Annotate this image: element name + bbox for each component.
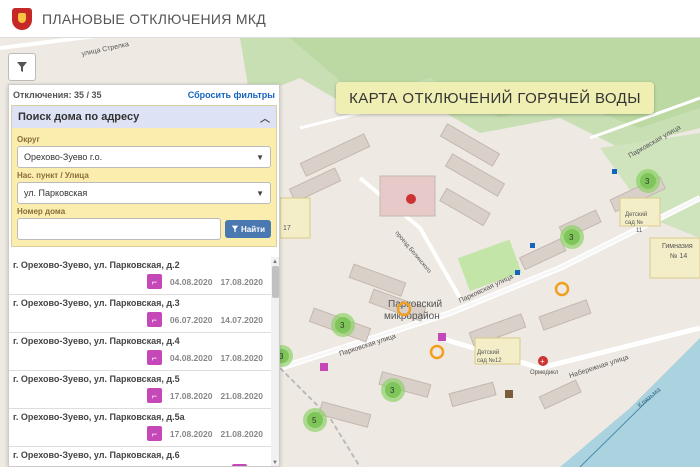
end-date: 21.08.2020	[220, 428, 263, 439]
outage-cluster-marker[interactable]: 3	[381, 378, 405, 402]
district-select[interactable]: Орехово-Зуево г.о. ▼	[17, 146, 271, 168]
list-item[interactable]: г. Орехово-Зуево, ул. Парковская, д.5а ⌐…	[9, 409, 271, 447]
svg-text:3: 3	[340, 321, 345, 330]
address-search-title: Поиск дома по адресу	[18, 111, 140, 123]
street-select[interactable]: ул. Парковская ▼	[17, 182, 271, 204]
bus-stop-icon	[612, 169, 617, 174]
end-date: 17.08.2020	[220, 352, 263, 363]
faucet-icon: ⌐	[146, 312, 162, 327]
outage-cluster-marker[interactable]: 3	[560, 225, 584, 249]
faucet-icon: ⌐	[146, 388, 162, 403]
start-date: 04.08.2020	[169, 276, 213, 287]
outage-panel: Отключения: 35 / 35 Сбросить фильтры Пои…	[8, 84, 280, 467]
kindergarten-label: Детский	[625, 211, 647, 218]
start-date: 17.08.2020	[169, 390, 213, 401]
find-button[interactable]: Найти	[225, 220, 271, 238]
list-item-address: г. Орехово-Зуево, ул. Парковская, д.5а	[13, 412, 185, 422]
outage-cluster-marker[interactable]: 3	[636, 169, 660, 193]
start-date: 17.08.2020	[169, 428, 213, 439]
faucet-icon: ⌐	[146, 350, 162, 365]
address-search-header[interactable]: Поиск дома по адресу ︿	[12, 106, 276, 128]
street-label: Нас. пункт / Улица	[17, 171, 89, 180]
bus-stop-icon	[515, 270, 520, 275]
house-number-label: Номер дома	[17, 207, 66, 216]
map-title: КАРТА ОТКЛЮЧЕНИЙ ГОРЯЧЕЙ ВОДЫ	[336, 82, 654, 114]
kindergarten-label: Детский	[477, 349, 499, 356]
fire-station-icon	[406, 194, 416, 204]
district-label: микрорайон	[384, 311, 440, 322]
funnel-icon	[231, 225, 239, 233]
chevron-up-icon[interactable]: ︿	[260, 110, 270, 125]
list-item-address: г. Орехово-Зуево, ул. Парковская, д.4	[13, 336, 180, 346]
kindergarten-label: 11	[636, 228, 643, 234]
pharmacy-label: Ормедикл	[530, 370, 559, 376]
filter-toggle-button[interactable]	[8, 53, 36, 81]
coat-of-arms-logo	[12, 7, 32, 30]
building-number-label: 17	[283, 225, 291, 232]
funnel-icon	[17, 62, 27, 72]
app-title: ПЛАНОВЫЕ ОТКЛЮЧЕНИЯ МКД	[42, 10, 267, 27]
list-item[interactable]: г. Орехово-Зуево, ул. Парковская, д.4 ⌐ …	[9, 333, 271, 371]
faucet-icon: ⌐	[146, 426, 162, 441]
start-date: 06.07.2020	[169, 314, 213, 325]
end-date: 17.08.2020	[220, 276, 263, 287]
list-item[interactable]: г. Орехово-Зуево, ул. Парковская, д.6 ⌐	[9, 447, 271, 466]
start-date: 04.08.2020	[169, 352, 213, 363]
list-item-address: г. Орехово-Зуево, ул. Парковская, д.5	[13, 374, 180, 384]
kindergarten-label: сад №12	[477, 357, 502, 364]
faucet-icon: ⌐	[146, 274, 162, 289]
outage-count: Отключения: 35 / 35	[13, 90, 102, 100]
outage-list: г. Орехово-Зуево, ул. Парковская, д.2 ⌐ …	[9, 257, 271, 466]
panel-toolbar: Отключения: 35 / 35 Сбросить фильтры	[9, 85, 279, 105]
scroll-up-arrow-icon[interactable]: ▲	[272, 259, 278, 265]
svg-text:3: 3	[645, 177, 650, 186]
bus-stop-icon	[530, 243, 535, 248]
end-date: 14.07.2020	[220, 314, 263, 325]
list-item[interactable]: г. Орехово-Зуево, ул. Парковская, д.3 ⌐ …	[9, 295, 271, 333]
reset-filters-link[interactable]: Сбросить фильтры	[188, 90, 275, 100]
svg-text:3: 3	[569, 233, 574, 242]
address-search-box: Поиск дома по адресу ︿ Округ Орехово-Зуе…	[11, 105, 277, 247]
house-number-input[interactable]	[17, 218, 221, 240]
theatre-icon	[505, 390, 513, 398]
scroll-down-arrow-icon[interactable]: ▼	[272, 460, 278, 466]
shop-icon	[320, 363, 328, 371]
list-item-address: г. Орехово-Зуево, ул. Парковская, д.6	[13, 450, 180, 460]
outage-cluster-marker[interactable]: 5	[303, 408, 327, 432]
scrollbar-thumb[interactable]	[272, 266, 279, 298]
svg-text:+: +	[540, 357, 545, 366]
chevron-down-icon: ▼	[256, 152, 264, 162]
school-label: № 14	[670, 253, 687, 260]
end-date: 21.08.2020	[220, 390, 263, 401]
list-item-address: г. Орехово-Зуево, ул. Парковская, д.3	[13, 298, 180, 308]
shop-icon	[438, 333, 446, 341]
list-item-address: г. Орехово-Зуево, ул. Парковская, д.2	[13, 260, 180, 270]
chevron-down-icon: ▼	[256, 188, 264, 198]
school-label: Гимназия	[662, 243, 693, 250]
app-header: ПЛАНОВЫЕ ОТКЛЮЧЕНИЯ МКД	[0, 0, 700, 38]
outage-cluster-marker[interactable]: 3	[331, 313, 355, 337]
list-item[interactable]: г. Орехово-Зуево, ул. Парковская, д.2 ⌐ …	[9, 257, 271, 295]
list-item[interactable]: г. Орехово-Зуево, ул. Парковская, д.5 ⌐ …	[9, 371, 271, 409]
district-label: Парковский	[388, 299, 442, 310]
address-search-form: Округ Орехово-Зуево г.о. ▼ Нас. пункт / …	[12, 128, 276, 246]
list-scrollbar[interactable]: ▲ ▼	[271, 257, 279, 466]
kindergarten-label: сад №	[625, 219, 643, 226]
district-label: Округ	[17, 135, 40, 144]
svg-text:3: 3	[390, 386, 395, 395]
svg-text:5: 5	[312, 416, 317, 425]
